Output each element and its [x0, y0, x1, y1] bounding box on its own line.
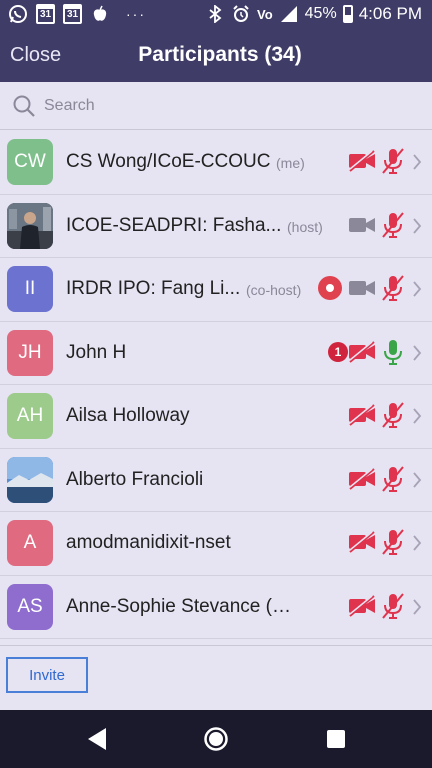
more-dots-icon: ··· — [126, 6, 146, 22]
video-off-icon[interactable] — [348, 340, 376, 363]
chat-count-badge: 1 — [328, 341, 348, 362]
video-on-icon[interactable] — [348, 214, 376, 236]
back-icon[interactable] — [84, 726, 110, 752]
mic-muted-icon[interactable] — [380, 528, 406, 556]
header: Close Participants (34) — [0, 30, 432, 82]
avatar — [7, 202, 53, 249]
participant-list: CW CS Wong/ICoE-CCOUC (me) ICOE-SEADPRI: Fa… — [0, 131, 432, 645]
video-off-icon[interactable] — [348, 467, 376, 490]
avatar: II — [7, 266, 53, 312]
android-nav-bar — [0, 710, 432, 768]
signal-icon — [279, 4, 299, 24]
participant-row[interactable]: AS Anne-Sophie Stevance (ISC) — [0, 576, 432, 639]
recording-icon — [318, 276, 342, 300]
whatsapp-icon — [8, 4, 28, 24]
participant-row[interactable]: JH John H 1 — [0, 322, 432, 385]
calendar-icon: 31 — [63, 4, 82, 24]
mic-muted-icon[interactable] — [380, 274, 406, 302]
participant-role: (me) — [276, 155, 305, 171]
battery-icon — [342, 5, 353, 23]
participant-row[interactable]: Aamodmanidixit-nset — [0, 512, 432, 576]
avatar: AS — [7, 583, 53, 630]
alarm-icon — [231, 4, 251, 24]
mic-muted-icon[interactable] — [380, 211, 406, 239]
page-title: Participants (34) — [138, 43, 302, 66]
status-bar: 31 31 ··· Vo 45% 4:06 PM — [0, 0, 432, 30]
avatar: JH — [7, 329, 53, 376]
volte-icon: Vo — [257, 6, 273, 22]
participant-row[interactable]: II IRDR IPO: Fang Li... (co-host) — [0, 258, 432, 322]
search-input[interactable] — [44, 92, 414, 120]
avatar — [7, 456, 53, 503]
participant-row[interactable]: ICOE-SEADPRI: Fasha... (host) — [0, 195, 432, 258]
chevron-right-icon[interactable] — [412, 407, 422, 425]
footer-bar: Invite — [0, 645, 432, 710]
participant-status-icons — [348, 401, 406, 429]
participant-name: Ailsa Holloway — [66, 405, 190, 426]
video-off-icon[interactable] — [348, 404, 376, 426]
search-icon — [13, 95, 35, 117]
participant-row[interactable]: AH Ailsa Holloway — [0, 385, 432, 449]
participant-name: ICOE-SEADPRI: Fasha... — [66, 214, 282, 236]
avatar: CW — [7, 139, 53, 185]
chevron-right-icon[interactable] — [412, 598, 422, 616]
video-on-icon[interactable] — [348, 277, 376, 299]
participant-status-icons — [348, 211, 406, 239]
participant-name: CS Wong/ICoE-CCOUC — [66, 151, 271, 172]
participant-role: (host) — [287, 218, 323, 235]
participant-status-icons — [348, 592, 406, 620]
clock: 4:06 PM — [358, 4, 422, 23]
participant-status-icons — [318, 274, 406, 302]
participant-status-icons — [348, 465, 406, 493]
participant-name: amodmanidixit-nset — [66, 532, 231, 553]
participant-name: Anne-Sophie Stevance (ISC) — [66, 595, 291, 617]
participant-role: (co-host) — [246, 282, 302, 298]
search-bar — [0, 82, 432, 130]
participant-row[interactable]: Alberto Francioli — [0, 449, 432, 512]
participant-name: Alberto Francioli — [66, 468, 204, 490]
participant-status-icons — [348, 528, 406, 556]
chevron-right-icon[interactable] — [412, 344, 422, 362]
mic-muted-icon[interactable] — [380, 147, 406, 175]
chevron-right-icon[interactable] — [412, 153, 422, 171]
mic-muted-icon[interactable] — [380, 401, 406, 429]
video-off-icon[interactable] — [348, 531, 376, 553]
mic-icon[interactable] — [380, 338, 406, 366]
recents-icon[interactable] — [323, 726, 349, 752]
participant-status-icons — [348, 147, 406, 175]
avatar: AH — [7, 393, 53, 439]
participant-row[interactable]: CW CS Wong/ICoE-CCOUC (me) — [0, 131, 432, 195]
bluetooth-icon — [205, 4, 225, 24]
avatar: A — [7, 520, 53, 566]
calendar-icon: 31 — [36, 4, 55, 24]
chevron-right-icon[interactable] — [412, 217, 422, 235]
participant-name: John H — [66, 341, 127, 363]
apple-icon — [90, 4, 110, 24]
invite-button[interactable]: Invite — [6, 657, 88, 693]
video-off-icon[interactable] — [348, 594, 376, 617]
mic-muted-icon[interactable] — [380, 592, 406, 620]
chevron-right-icon[interactable] — [412, 471, 422, 489]
battery-percent: 45% — [304, 5, 337, 22]
participant-status-icons: 1 — [328, 338, 406, 366]
mic-muted-icon[interactable] — [380, 465, 406, 493]
video-off-icon[interactable] — [348, 150, 376, 172]
chevron-right-icon[interactable] — [412, 534, 422, 552]
chevron-right-icon[interactable] — [412, 280, 422, 298]
participant-name: IRDR IPO: Fang Li... — [66, 278, 241, 299]
home-icon[interactable] — [203, 726, 229, 752]
